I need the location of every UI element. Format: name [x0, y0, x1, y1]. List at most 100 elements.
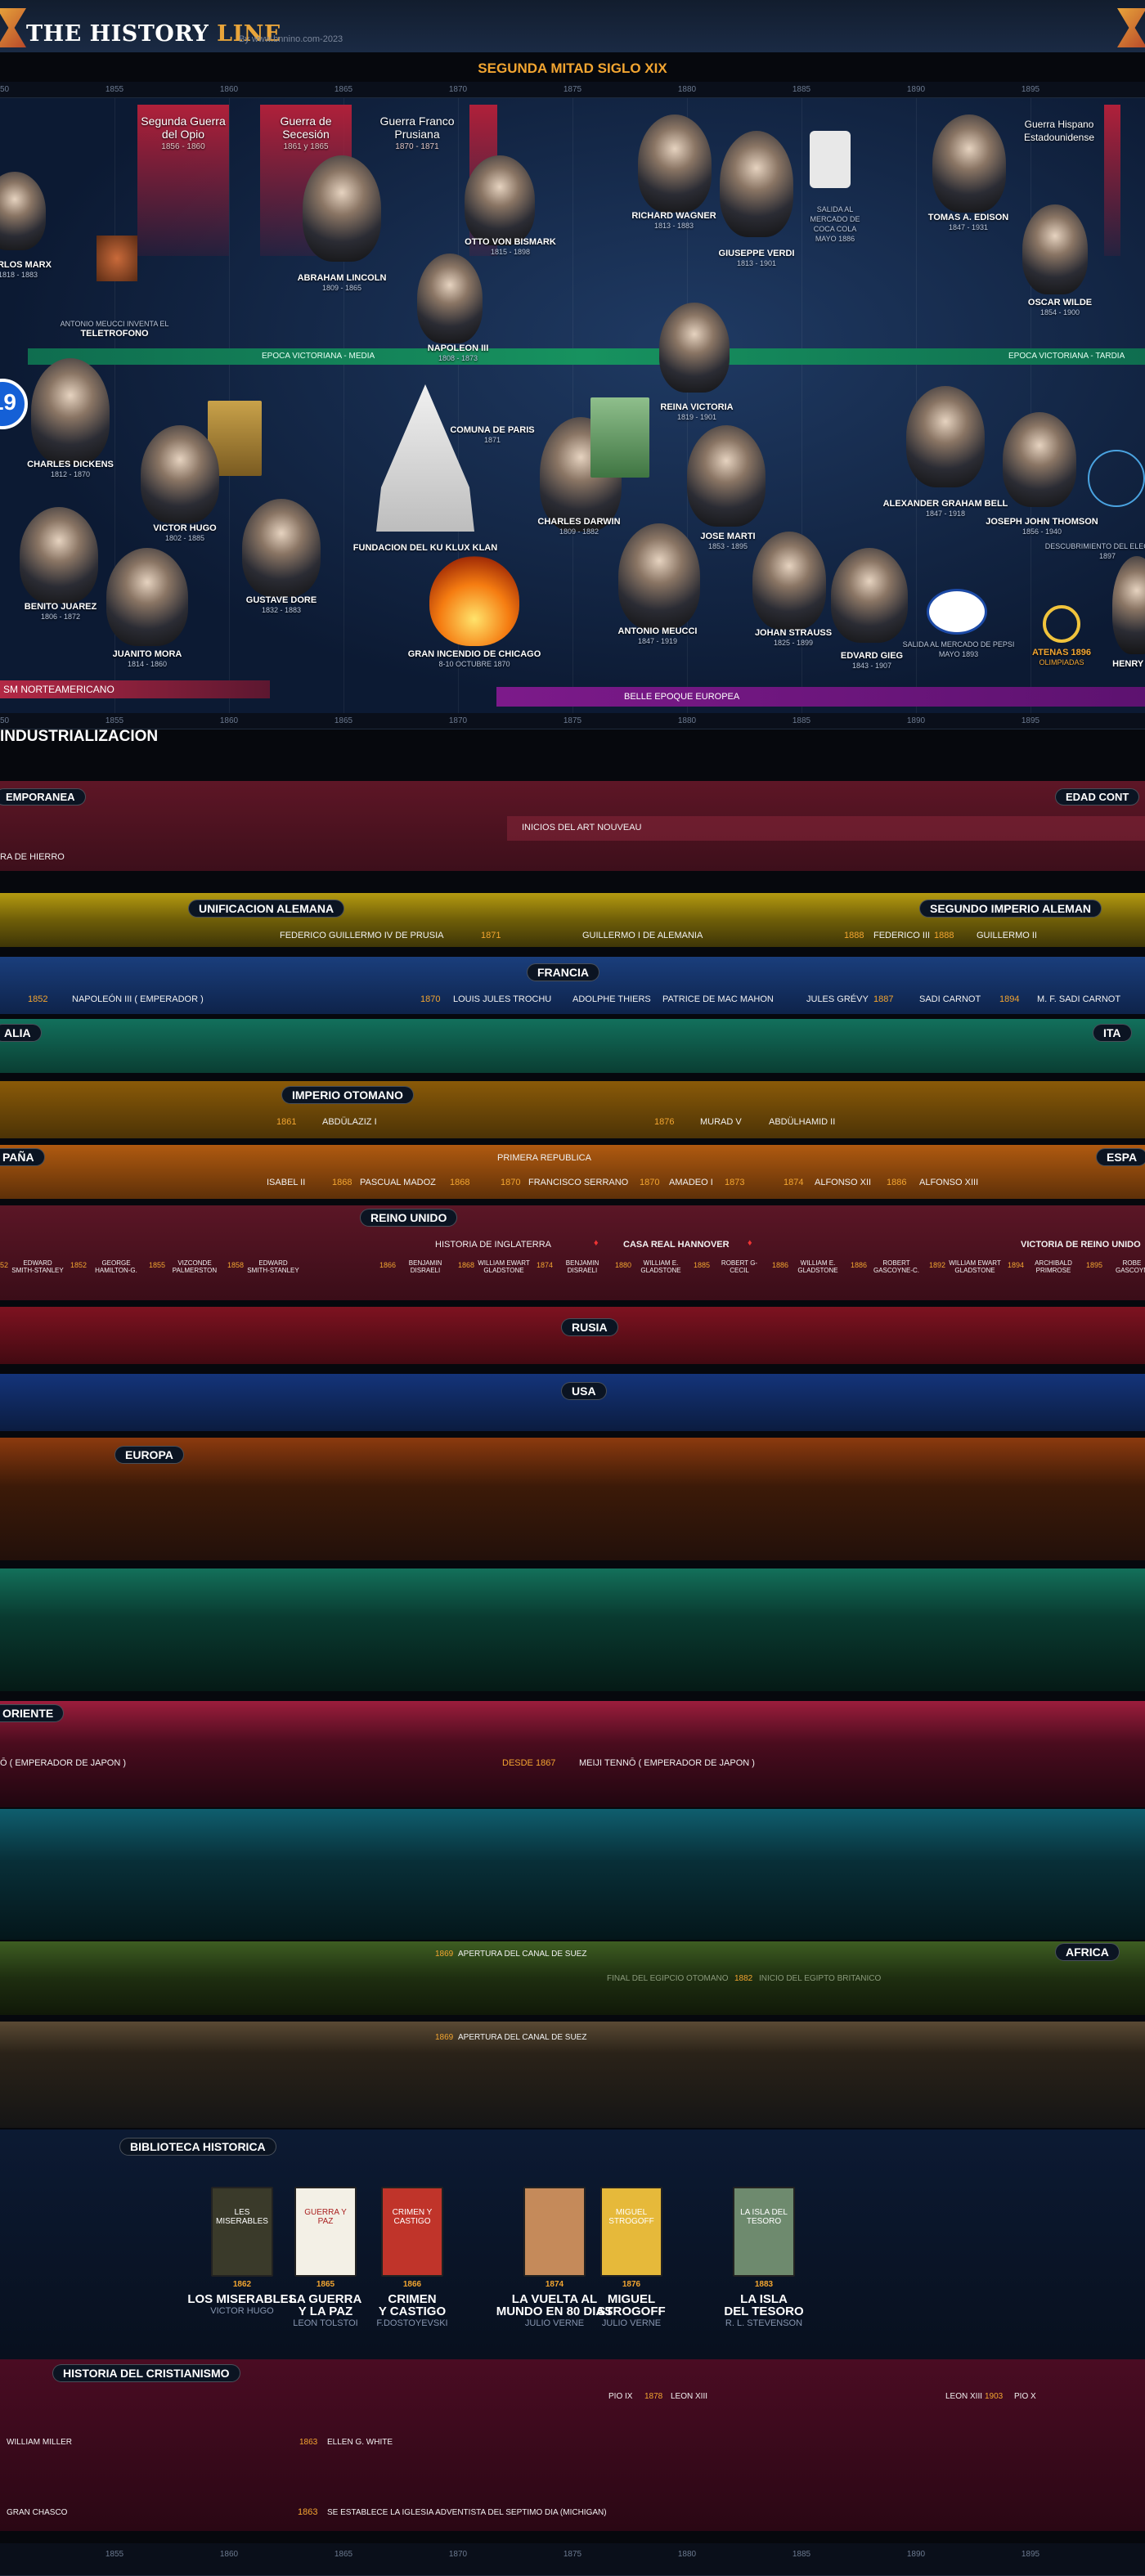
- year-label: 1863: [299, 2438, 318, 2447]
- portrait-image[interactable]: [1112, 556, 1145, 654]
- africa-pill[interactable]: AFRICA: [1055, 1943, 1120, 1961]
- year-label: 1870: [640, 1178, 660, 1187]
- pm-name: WILLIAM EWART GLADSTONE: [949, 1259, 1001, 1274]
- rusia-pill[interactable]: RUSIA: [561, 1318, 618, 1336]
- war-label-secession[interactable]: Guerra de Secesión 1861 y 1865: [260, 114, 352, 154]
- biblioteca-pill[interactable]: BIBLIOTECA HISTORICA: [119, 2138, 276, 2156]
- portrait-image[interactable]: [465, 155, 535, 245]
- portrait-image[interactable]: [720, 131, 793, 237]
- espana-pill-left[interactable]: PAÑA: [0, 1148, 45, 1166]
- ruler-label: ALFONSO XIII: [919, 1178, 979, 1187]
- europa-pill[interactable]: EUROPA: [114, 1446, 184, 1464]
- person-label: CHARLES DICKENS 1812 - 1870: [27, 460, 114, 478]
- book-title: LOS MISERABLES VICTOR HUGO: [187, 2292, 297, 2316]
- portrait-image[interactable]: [141, 425, 219, 523]
- portrait-image[interactable]: [31, 358, 110, 464]
- pm-name: BENJAMIN DISRAELI: [565, 1259, 599, 1274]
- portrait-image[interactable]: [638, 114, 712, 213]
- hourglass-logo-icon: [0, 8, 26, 47]
- pm-name: EDWARD SMITH-STANLEY: [11, 1259, 64, 1274]
- portrait-image[interactable]: [303, 155, 381, 262]
- book-cover[interactable]: CRIMEN Y CASTIGO: [381, 2187, 443, 2277]
- ruler-tick: 1880: [677, 85, 697, 94]
- portrait-image[interactable]: [618, 523, 700, 630]
- war-label-opium[interactable]: Segunda Guerra del Opio 1856 - 1860: [139, 114, 227, 154]
- imperio-otomano-pill[interactable]: IMPERIO OTOMANO: [281, 1086, 414, 1104]
- book-cover[interactable]: GUERRA Y PAZ: [294, 2187, 357, 2277]
- portrait-image[interactable]: [1022, 204, 1088, 294]
- telephone-image[interactable]: [97, 236, 137, 281]
- espana-pill-right[interactable]: ESPA: [1096, 1148, 1145, 1166]
- portrait-image[interactable]: [687, 425, 766, 527]
- francia-pill[interactable]: FRANCIA: [527, 963, 599, 981]
- book-cover[interactable]: LA ISLA DEL TESORO: [733, 2187, 795, 2277]
- portrait-image[interactable]: [906, 386, 985, 487]
- book-cover-image[interactable]: [590, 397, 649, 478]
- unificacion-alemana-pill[interactable]: UNIFICACION ALEMANA: [188, 900, 345, 918]
- portrait-image[interactable]: [0, 172, 46, 250]
- ruler-tick: 1885: [792, 85, 811, 94]
- pm-year: 1855: [149, 1261, 166, 1269]
- portrait-image[interactable]: [1003, 412, 1076, 507]
- pm-year: 1852: [0, 1261, 9, 1269]
- italia-pill-right[interactable]: ITA: [1093, 1024, 1132, 1042]
- olympic-logo-icon[interactable]: [1043, 605, 1080, 643]
- book-year: 1865: [316, 2280, 335, 2289]
- year-label: 1871: [481, 931, 501, 940]
- oriente-pill[interactable]: ORIENTE: [0, 1704, 65, 1722]
- book-cover[interactable]: MIGUEL STROGOFF: [600, 2187, 662, 2277]
- edad-contemporanea-pill-left[interactable]: EMPORANEA: [0, 788, 86, 806]
- era-title: SEGUNDA MITAD SIGLO XIX: [478, 61, 667, 76]
- miller-label: WILLIAM MILLER: [7, 2438, 73, 2447]
- chicago-fire-image[interactable]: [429, 556, 519, 646]
- pepsi-logo-image[interactable]: [927, 589, 987, 635]
- pm-year: 1894: [1008, 1261, 1025, 1269]
- italia-pill-left[interactable]: ALIA: [0, 1024, 42, 1042]
- book-cover[interactable]: [523, 2187, 586, 2277]
- ruler-tick: 1890: [906, 85, 926, 94]
- usa-pill[interactable]: USA: [561, 1382, 607, 1400]
- red-era-band[interactable]: SM NORTEAMERICANO: [0, 680, 270, 698]
- top-header: THE HISTORY LINE By www.bnnino.com-2023: [0, 0, 1145, 52]
- year-label: 1868: [332, 1178, 352, 1187]
- person-label: RICHARD WAGNER 1813 - 1883: [631, 211, 716, 230]
- ruler-tick: 1850: [0, 85, 10, 94]
- art-nouveau-label: INICIOS DEL ART NOUVEAU: [522, 823, 642, 832]
- portrait-image[interactable]: [752, 532, 826, 630]
- edad-contemporanea-pill-right[interactable]: EDAD CONT: [1055, 788, 1140, 806]
- cristianismo-pill[interactable]: HISTORIA DEL CRISTIANISMO: [52, 2364, 240, 2382]
- portrait-image[interactable]: [659, 303, 730, 393]
- person-label: HENRY F: [1112, 659, 1145, 669]
- belle-epoque-band[interactable]: BELLE EPOQUE EUROPEA: [496, 687, 1145, 707]
- reino-unido-pill[interactable]: REINO UNIDO: [360, 1209, 458, 1227]
- victorian-era-band[interactable]: EPOCA VICTORIANA - MEDIA EPOCA VICTORIAN…: [28, 348, 1145, 365]
- portrait-image[interactable]: [831, 548, 908, 643]
- brand-text: THE HISTORY: [26, 21, 218, 47]
- war-label-hispano[interactable]: Guerra Hispano Estadounidense: [1014, 118, 1104, 144]
- portrait-image[interactable]: [106, 548, 188, 646]
- atom-icon: [1088, 450, 1145, 507]
- portrait-image[interactable]: [242, 499, 321, 597]
- ruler-tick: 1885: [792, 2550, 811, 2559]
- person-label: REINA VICTORIA 1819 - 1901: [660, 402, 734, 421]
- portrait-image[interactable]: [417, 254, 483, 343]
- portrait-image[interactable]: [932, 114, 1006, 213]
- victorian-middle-label: EPOCA VICTORIANA - MEDIA: [262, 352, 375, 361]
- kkk-hood-image[interactable]: [376, 384, 474, 532]
- year-label: 1888: [934, 931, 954, 940]
- person-label: JOHAN STRAUSS 1825 - 1899: [754, 628, 833, 647]
- year-ruler-bottom: 1850 1855 1860 1865 1870 1875 1880 1885 1890 1895: [0, 713, 1145, 729]
- pope-label: PIO IX: [608, 2392, 633, 2401]
- segundo-imperio-pill[interactable]: SEGUNDO IMPERIO ALEMAN: [919, 900, 1102, 918]
- ruler-tick: 1855: [105, 2550, 124, 2559]
- book-cover[interactable]: LES MISERABLES: [211, 2187, 273, 2277]
- library-section: BIBLIOTECA HISTORICA LES MISERABLES 1862 L…: [0, 2129, 1145, 2360]
- coca-cola-bottle-image[interactable]: [810, 131, 851, 188]
- victorian-late-label: EPOCA VICTORIANA - TARDIA: [1008, 352, 1125, 361]
- portrait-image[interactable]: [20, 507, 98, 604]
- person-label: ALEXANDER GRAHAM BELL 1847 - 1918: [882, 499, 1008, 518]
- war-label-franco-prussian[interactable]: Guerra Franco Prusiana 1870 - 1871: [360, 114, 474, 154]
- ruler-tick: 1870: [448, 85, 468, 94]
- ruler-label: ABDÜLAZIZ I: [322, 1117, 377, 1127]
- event-label: COMUNA DE PARIS 1871: [450, 425, 535, 444]
